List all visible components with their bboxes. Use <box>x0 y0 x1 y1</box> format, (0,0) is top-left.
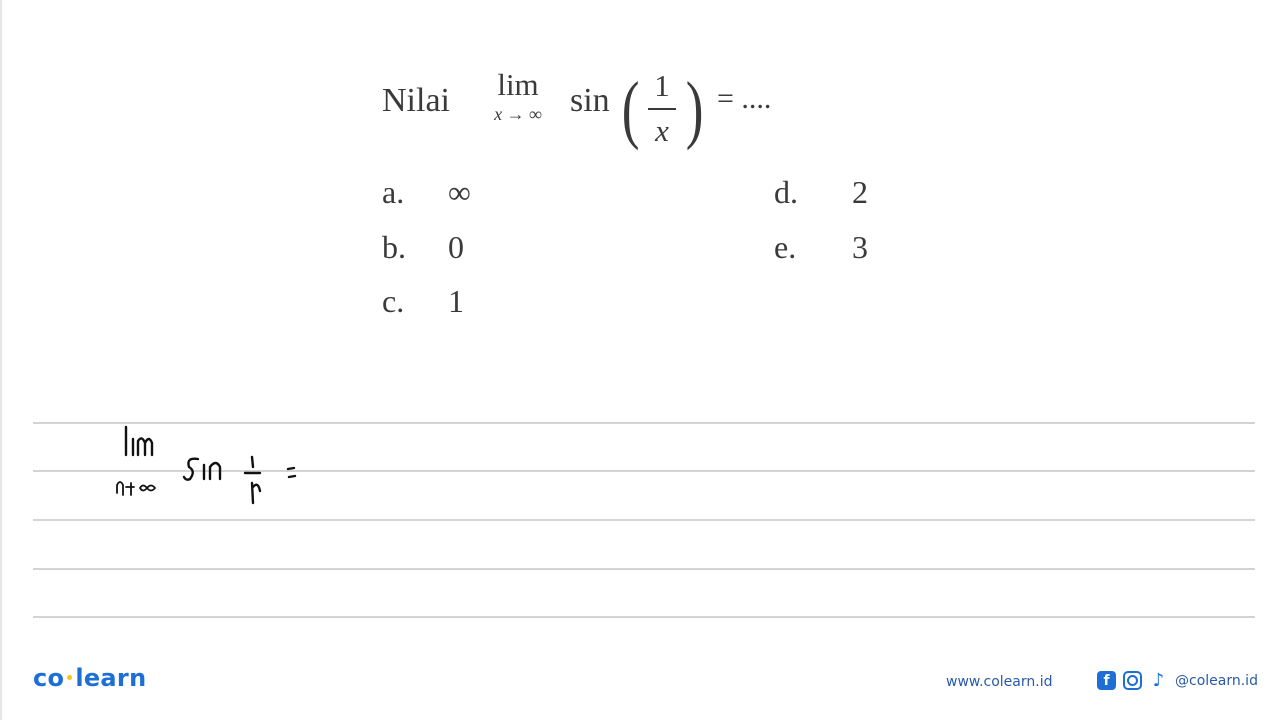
left-parenthesis: ( <box>621 67 640 151</box>
option-value: ∞ <box>448 174 471 210</box>
limit-operator: lim x → ∞ <box>482 67 554 125</box>
social-handle[interactable]: @colearn.id <box>1175 673 1258 689</box>
ruled-line <box>33 616 1255 618</box>
handwritten-lim <box>124 425 154 457</box>
function-name: sin <box>570 82 610 119</box>
handwritten-fraction <box>243 455 262 505</box>
limit-subscript: x → ∞ <box>494 104 542 124</box>
page-left-border <box>0 0 2 720</box>
handwritten-sin <box>182 457 222 481</box>
option-value: 3 <box>852 229 868 265</box>
option-value: 0 <box>448 229 464 265</box>
facebook-icon[interactable]: f <box>1097 671 1116 690</box>
option-a: a. ∞ <box>382 174 471 211</box>
option-letter: a. <box>382 174 405 210</box>
handwritten-working <box>116 425 297 505</box>
colearn-logo: co learn <box>33 664 146 692</box>
handwritten-equals <box>286 466 297 479</box>
option-value: 1 <box>448 283 464 319</box>
ruled-line <box>33 519 1255 521</box>
option-c: c. 1 <box>382 283 464 320</box>
right-parenthesis: ) <box>685 67 704 151</box>
option-e: e. 3 <box>774 229 868 266</box>
logo-text-learn: learn <box>75 664 147 692</box>
question-prefix: Nilai <box>382 82 450 119</box>
logo-text-co: co <box>33 664 65 692</box>
option-b: b. 0 <box>382 229 464 266</box>
social-links: f ♪ @colearn.id <box>1097 670 1258 691</box>
option-d: d. 2 <box>774 174 868 211</box>
instagram-icon[interactable] <box>1123 671 1142 690</box>
fraction-denominator: x <box>655 112 669 148</box>
ruled-line <box>33 568 1255 570</box>
option-letter: d. <box>774 174 798 210</box>
fraction-bar <box>648 108 676 110</box>
option-value: 2 <box>852 174 868 210</box>
logo-dot <box>67 674 73 680</box>
option-letter: c. <box>382 283 405 319</box>
equals-ellipsis: = .... <box>717 82 772 115</box>
limit-word: lim <box>497 67 539 102</box>
fraction: 1 x <box>644 68 680 148</box>
tiktok-icon[interactable]: ♪ <box>1149 670 1168 691</box>
fraction-numerator: 1 <box>654 68 670 103</box>
option-letter: e. <box>774 229 797 265</box>
option-letter: b. <box>382 229 406 265</box>
handwritten-subscript <box>116 481 156 496</box>
website-link[interactable]: www.colearn.id <box>946 674 1052 690</box>
